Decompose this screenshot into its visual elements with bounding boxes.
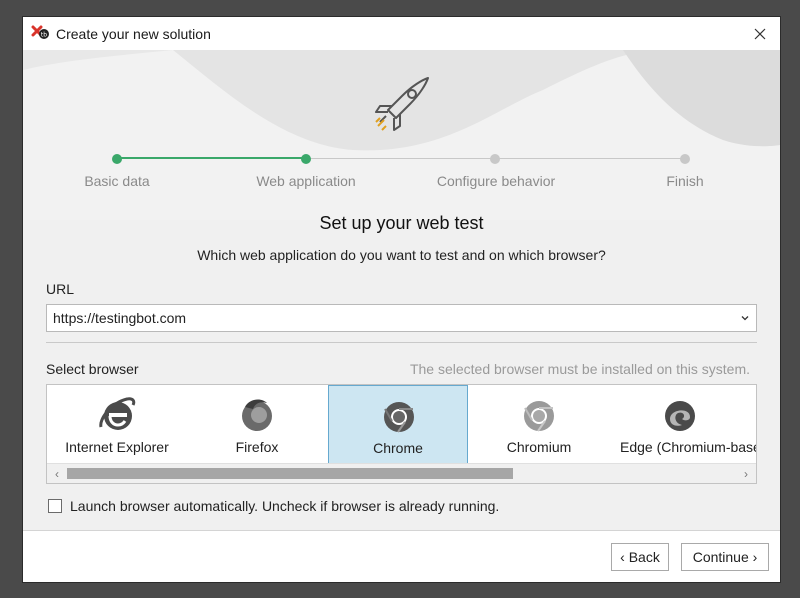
chromium-icon: [524, 401, 554, 432]
chevron-down-icon[interactable]: [740, 313, 750, 323]
chrome-icon: [384, 402, 414, 433]
launch-browser-option[interactable]: Launch browser automatically. Uncheck if…: [48, 498, 499, 514]
title-bar: tb Create your new solution: [23, 17, 780, 50]
browser-name: Edge (Chromium-based): [620, 439, 756, 455]
scroll-left-icon[interactable]: ‹: [49, 466, 65, 481]
browser-item-edge[interactable]: Edge (Chromium-based): [610, 385, 756, 464]
step-label-finish: Finish: [666, 173, 704, 189]
url-combobox[interactable]: https://testingbot.com: [46, 304, 757, 332]
step-connector: [120, 157, 306, 159]
browser-name: Chrome: [373, 440, 423, 456]
scroll-thumb[interactable]: [67, 468, 513, 479]
divider: [46, 342, 757, 343]
page-subheading: Which web application do you want to tes…: [197, 247, 606, 263]
browser-name: Firefox: [235, 439, 279, 455]
step-dot-configure-behavior: [490, 154, 500, 164]
wizard-stepper: Basic data Web application Configure beh…: [23, 50, 780, 220]
step-dot-finish: [680, 154, 690, 164]
browser-item-chromium[interactable]: Chromium: [469, 385, 609, 464]
continue-button[interactable]: Continue ›: [681, 543, 769, 571]
browser-item-firefox[interactable]: Firefox: [187, 385, 327, 464]
back-button[interactable]: ‹ Back: [611, 543, 669, 571]
step-label-web-application: Web application: [256, 173, 356, 189]
app-logo-icon: tb: [31, 25, 49, 39]
launch-browser-label: Launch browser automatically. Uncheck if…: [70, 498, 500, 514]
step-label-configure-behavior: Configure behavior: [436, 173, 556, 189]
browser-install-note: The selected browser must be installed o…: [409, 361, 750, 377]
scroll-right-icon[interactable]: ›: [738, 466, 754, 481]
browser-list: Internet Explorer Firefox Chrome Chromiu…: [46, 384, 757, 484]
horizontal-scrollbar[interactable]: ‹ ›: [47, 463, 756, 483]
step-label-basic-data: Basic data: [84, 173, 150, 189]
page-heading: Set up your web test: [319, 213, 484, 233]
step-dot-basic-data: [112, 154, 122, 164]
close-button[interactable]: [740, 17, 780, 50]
wizard-header: Basic data Web application Configure beh…: [23, 50, 780, 220]
firefox-icon: [242, 399, 272, 431]
svg-text:tb: tb: [41, 31, 47, 38]
dialog-window: tb Create your new solution Basic data W…: [22, 16, 781, 583]
edge-icon: [665, 401, 695, 431]
browser-name: Internet Explorer: [65, 439, 169, 455]
browser-item-chrome[interactable]: Chrome: [328, 385, 468, 464]
browser-item-internet-explorer[interactable]: Internet Explorer: [47, 385, 187, 464]
url-value: https://testingbot.com: [53, 310, 187, 326]
close-icon: [754, 28, 766, 39]
select-browser-label: Select browser: [46, 361, 139, 377]
step-dot-web-application: [301, 154, 311, 164]
url-label: URL: [46, 281, 75, 297]
launch-browser-checkbox[interactable]: [48, 499, 62, 513]
browser-name: Chromium: [506, 439, 572, 455]
dialog-footer: ‹ Back Continue ›: [23, 530, 780, 582]
internet-explorer-icon: [99, 397, 136, 430]
window-title: Create your new solution: [56, 25, 211, 42]
